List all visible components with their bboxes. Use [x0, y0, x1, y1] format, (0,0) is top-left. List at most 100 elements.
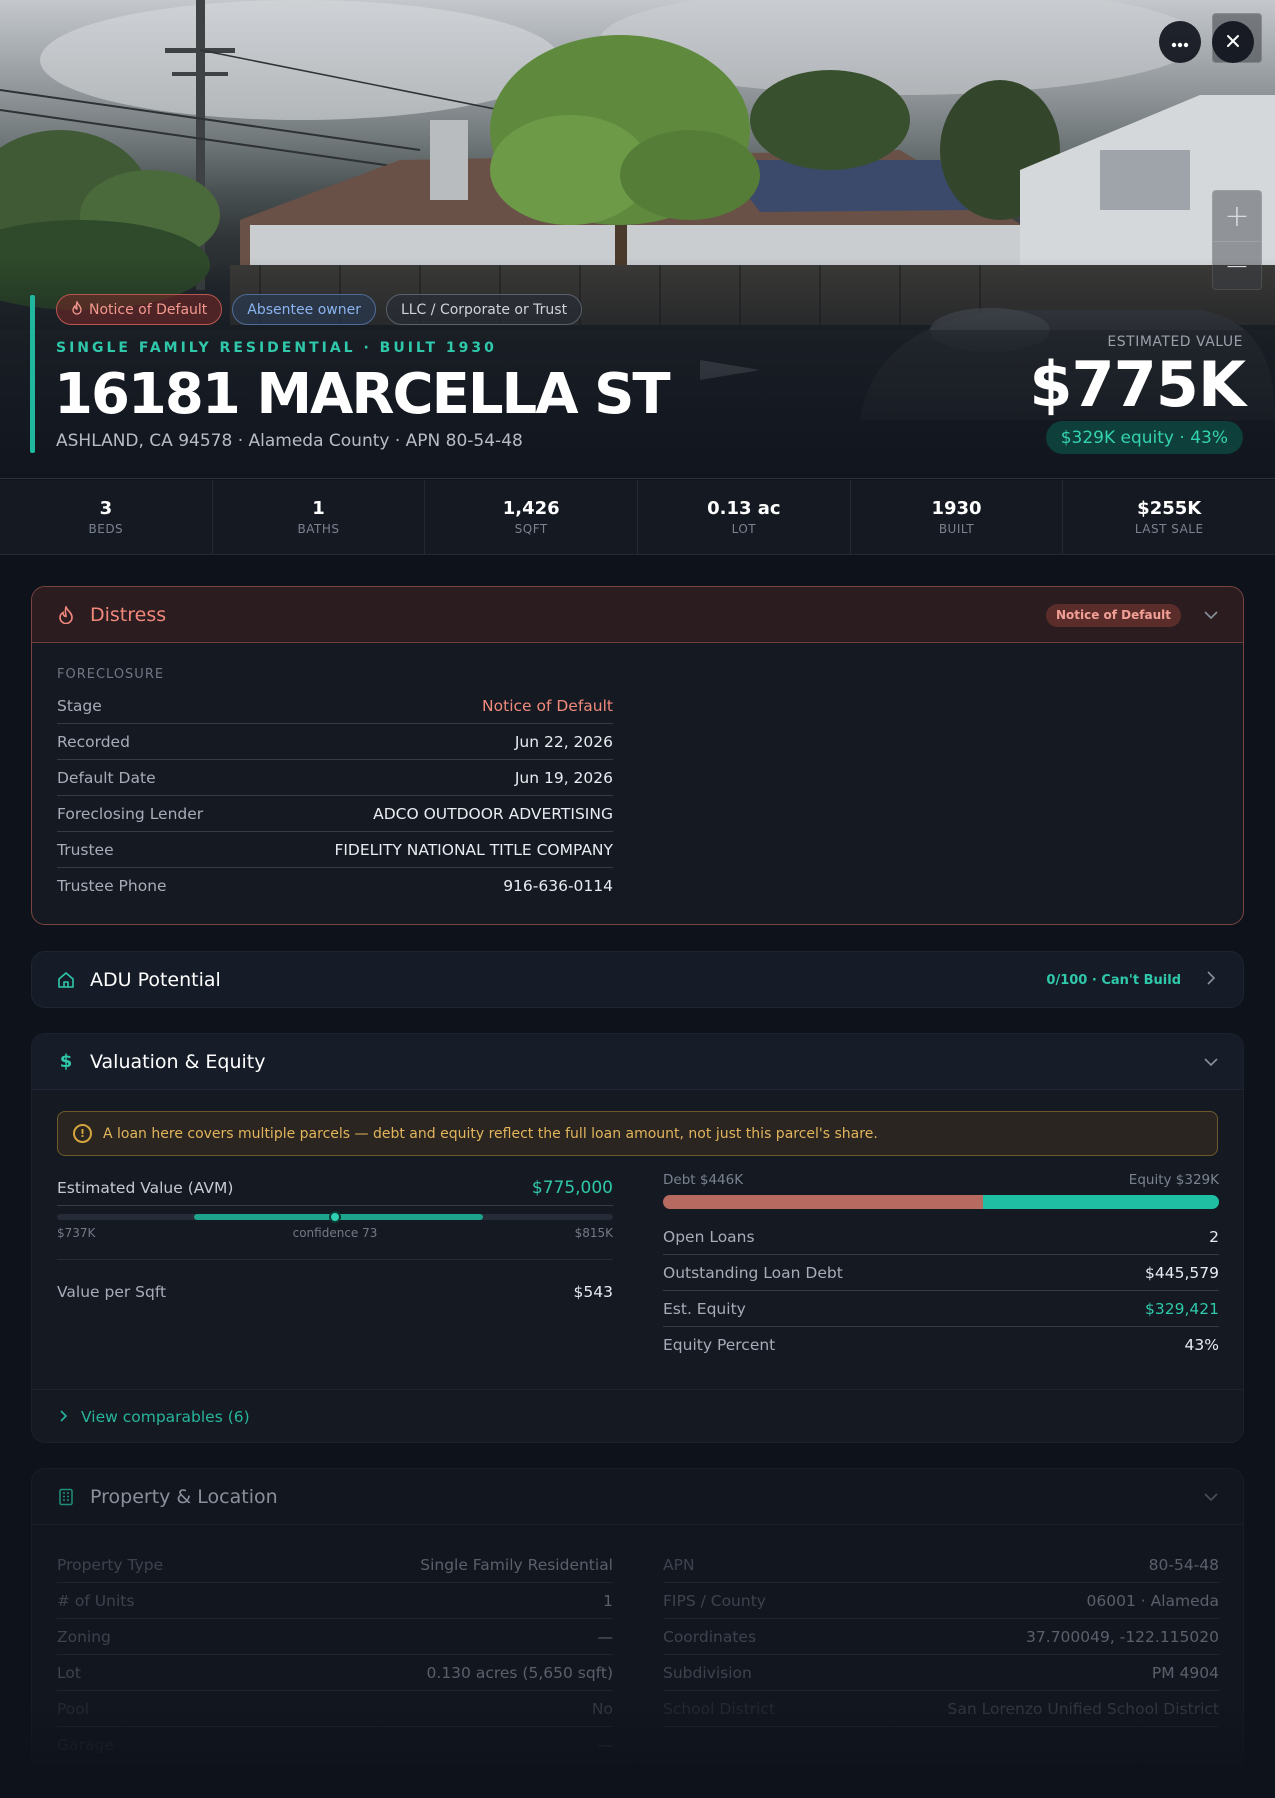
detail-row-lot: Lot 0.130 acres (5,650 sqft) — [57, 1655, 613, 1691]
row-value: 43% — [1184, 1336, 1219, 1354]
row-label: Foreclosing Lender — [57, 804, 204, 823]
detail-row-trustee: Trustee FIDELITY NATIONAL TITLE COMPANY — [57, 832, 613, 868]
street-view-hero: + − Notice of Default Absentee owner LLC… — [0, 0, 1275, 479]
row-value: — — [597, 1735, 614, 1754]
property-card-header[interactable]: Property & Location — [32, 1469, 1243, 1525]
close-icon — [1226, 32, 1240, 53]
row-label: Stage — [57, 696, 102, 715]
row-value: Notice of Default — [482, 696, 613, 715]
stat-label: BEDS — [88, 522, 124, 536]
detail-row-garage: Garage — — [57, 1727, 613, 1763]
badge-label: Notice of Default — [89, 301, 208, 318]
foreclosure-details: Stage Notice of Default Recorded Jun 22, 2… — [57, 688, 613, 904]
stat-label: BATHS — [297, 522, 340, 536]
detail-row-lender: Foreclosing Lender ADCO OUTDOOR ADVERTISI… — [57, 796, 613, 832]
stat-value: 3 — [99, 498, 113, 519]
close-button[interactable] — [1212, 21, 1254, 63]
row-label: Zoning — [57, 1627, 111, 1646]
row-label: Coordinates — [663, 1627, 757, 1646]
detail-row-zoning: Zoning — — [57, 1619, 613, 1655]
row-value: Single Family Residential — [420, 1555, 613, 1574]
row-label: Default Date — [57, 768, 156, 787]
home-icon — [56, 970, 76, 990]
row-label: Property Type — [57, 1555, 164, 1574]
detail-row-apn: APN 80-54-48 — [663, 1547, 1219, 1583]
row-label: Lot — [57, 1663, 81, 1682]
stat-built: 1930 BUILT — [851, 480, 1064, 554]
detail-row-coordinates: Coordinates 37.700049, -122.115020 — [663, 1619, 1219, 1655]
detail-row-trustee-phone: Trustee Phone 916-636-0114 — [57, 868, 613, 904]
row-label: APN — [663, 1555, 695, 1574]
zoom-out-button[interactable]: − — [1213, 241, 1261, 291]
property-title: Property & Location — [90, 1485, 278, 1508]
equity-label: Equity $329K — [1128, 1172, 1219, 1188]
avm-row: Estimated Value (AVM) $775,000 — [57, 1170, 613, 1206]
row-label: FIPS / County — [663, 1591, 766, 1610]
row-value: 37.700049, -122.115020 — [1026, 1627, 1219, 1646]
dollar-icon: $ — [59, 1051, 73, 1072]
range-low-label: $737K — [57, 1226, 96, 1240]
detail-row-units: # of Units 1 — [57, 1583, 613, 1619]
row-value: Jun 19, 2026 — [514, 768, 613, 787]
more-options-button[interactable] — [1159, 21, 1201, 63]
property-details-right: APN 80-54-48 FIPS / County 06001 · Alameda… — [663, 1547, 1219, 1727]
row-label: Open Loans — [663, 1227, 755, 1246]
detail-row-subdivision: Subdivision PM 4904 — [663, 1655, 1219, 1691]
loan-details: Open Loans 2 Outstanding Loan Debt $445,57… — [663, 1219, 1219, 1363]
chevron-right-icon — [60, 1408, 68, 1426]
property-address-sub: ASHLAND, CA 94578 · Alameda County · APN… — [56, 431, 523, 451]
detail-row-stage: Stage Notice of Default — [57, 688, 613, 724]
detail-row-property-type: Property Type Single Family Residential — [57, 1547, 613, 1583]
stat-label: LAST SALE — [1134, 522, 1204, 536]
row-value: 916-636-0114 — [503, 877, 613, 895]
row-value: FIDELITY NATIONAL TITLE COMPANY — [334, 840, 613, 859]
property-location-card: Property & Location Property Type Single … — [31, 1468, 1244, 1798]
row-value: 1 — [603, 1591, 613, 1610]
street-view-zoom-control: + − — [1212, 190, 1262, 290]
chevron-right-icon[interactable] — [1203, 971, 1219, 989]
detail-row-pool: Pool No — [57, 1691, 613, 1727]
distress-card-header[interactable]: Distress Notice of Default — [32, 587, 1243, 643]
badge-notice-of-default: Notice of Default — [56, 294, 223, 325]
view-comparables-link[interactable]: View comparables (6) — [32, 1389, 1243, 1442]
building-icon — [56, 1487, 76, 1507]
adu-card-header[interactable]: ADU Potential 0/100 · Can't Build — [32, 952, 1243, 1007]
row-value: 2 — [1209, 1227, 1219, 1246]
row-value: $445,579 — [1145, 1263, 1219, 1282]
estimated-value: $775K — [1029, 348, 1246, 421]
row-value: $543 — [573, 1282, 613, 1301]
stat-value: 0.13 ac — [707, 498, 781, 519]
avm-value: $775,000 — [531, 1177, 613, 1198]
row-label: Trustee Phone — [57, 877, 167, 895]
range-labels: $737K confidence 73 $815K — [57, 1226, 613, 1242]
view-comparables-label: View comparables (6) — [81, 1407, 250, 1426]
row-value: No — [591, 1699, 613, 1718]
flame-icon — [56, 605, 76, 625]
row-value: — — [597, 1627, 614, 1646]
accent-bar — [30, 295, 35, 453]
confidence-label: confidence 73 — [292, 1226, 378, 1240]
row-label: Value per Sqft — [57, 1282, 167, 1301]
equity-segment — [982, 1195, 1219, 1209]
warning-text: A loan here covers multiple parcels — de… — [103, 1125, 878, 1142]
multi-parcel-loan-warning: ! A loan here covers multiple parcels — … — [57, 1111, 1218, 1156]
row-label: School District — [663, 1699, 776, 1718]
adu-potential-card[interactable]: ADU Potential 0/100 · Can't Build — [31, 951, 1244, 1008]
row-label: Trustee — [57, 840, 114, 859]
distress-status-badge: Notice of Default — [1045, 603, 1181, 627]
debt-equity-bar — [663, 1195, 1219, 1209]
detail-row-equity-percent: Equity Percent 43% — [663, 1327, 1219, 1363]
row-label: Recorded — [57, 732, 130, 751]
chevron-down-icon[interactable] — [1203, 607, 1219, 623]
debt-label: Debt $446K — [663, 1172, 744, 1188]
chevron-down-icon[interactable] — [1203, 1054, 1219, 1070]
adu-score-badge: 0/100 · Can't Build — [1046, 972, 1181, 988]
chevron-down-icon[interactable] — [1203, 1489, 1219, 1505]
ellipsis-icon — [1171, 32, 1189, 53]
range-marker — [329, 1211, 341, 1223]
row-value: ADCO OUTDOOR ADVERTISING — [373, 804, 613, 823]
detail-row-school-district: School District San Lorenzo Unified Schoo… — [663, 1691, 1219, 1727]
zoom-in-button[interactable]: + — [1213, 191, 1261, 241]
avm-confidence-range: $737K confidence 73 $815K — [57, 1211, 613, 1242]
valuation-card-header[interactable]: $ Valuation & Equity — [32, 1034, 1243, 1090]
